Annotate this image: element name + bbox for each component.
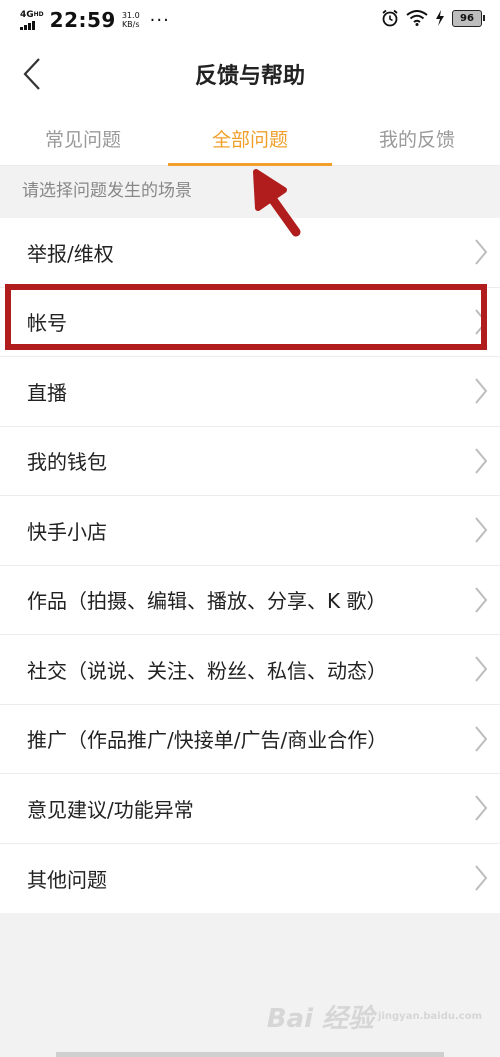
arrow-up-left-icon (253, 169, 301, 237)
list-item-label: 意见建议/功能异常 (27, 797, 194, 822)
list-item-other[interactable]: 其他问题 (0, 844, 500, 914)
list-item-label: 推广（作品推广/快接单/广告/商业合作） (27, 728, 388, 753)
chevron-right-icon (475, 865, 488, 891)
bottom-strip (56, 1052, 444, 1057)
list-item-label: 我的钱包 (27, 450, 107, 475)
list-item-wallet[interactable]: 我的钱包 (0, 427, 500, 496)
list-item-social[interactable]: 社交（说说、关注、粉丝、私信、动态） (0, 635, 500, 705)
chevron-right-icon (475, 587, 488, 613)
chevron-right-icon (475, 795, 488, 821)
annotation-highlight-box (5, 284, 487, 350)
list-item-shop[interactable]: 快手小店 (0, 496, 500, 566)
list-item-label: 直播 (27, 380, 67, 405)
list-item-suggestions[interactable]: 意见建议/功能异常 (0, 774, 500, 844)
watermark-sub: jingyan.baidu.com (378, 1010, 482, 1022)
list-item-promotion[interactable]: 推广（作品推广/快接单/广告/商业合作） (0, 705, 500, 774)
list-item-works[interactable]: 作品（拍摄、编辑、播放、分享、K 歌） (0, 566, 500, 635)
chevron-right-icon (475, 656, 488, 682)
chevron-right-icon (475, 726, 488, 752)
list-item-label: 社交（说说、关注、粉丝、私信、动态） (27, 658, 387, 683)
list-item-live[interactable]: 直播 (0, 357, 500, 427)
list-item-label: 其他问题 (27, 867, 107, 892)
chevron-right-icon (475, 448, 488, 474)
list-item-label: 快手小店 (27, 519, 107, 544)
chevron-right-icon (475, 517, 488, 543)
baidu-jingyan-watermark: Bai 经验 jingyan.baidu.com (267, 998, 482, 1035)
watermark-text: Bai 经验 (266, 1004, 375, 1034)
list-item-label: 作品（拍摄、编辑、播放、分享、K 歌） (27, 589, 387, 614)
chevron-right-icon (475, 378, 488, 404)
